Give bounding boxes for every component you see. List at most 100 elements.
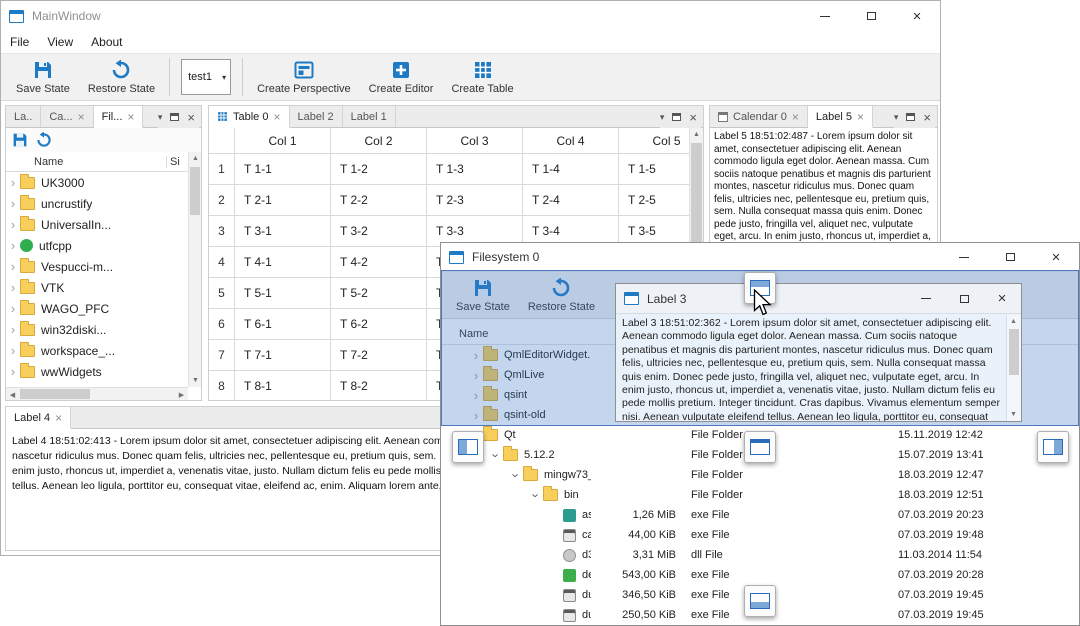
expander-icon[interactable]: ›: [6, 281, 20, 294]
table-cell[interactable]: T 5-2: [331, 278, 427, 309]
save-state-button[interactable]: Save State: [7, 55, 79, 99]
expander-icon[interactable]: ›: [6, 365, 20, 378]
row-header[interactable]: 6: [209, 309, 235, 340]
expander-icon[interactable]: ›: [6, 218, 20, 231]
table-cell[interactable]: T 2-3: [427, 185, 523, 216]
combobox-arrow-icon[interactable]: ▾: [222, 73, 226, 82]
menu-view[interactable]: View: [38, 35, 82, 49]
filesystem-row[interactable]: › mingw73_32 File Folder 18.03.2019 12:47: [441, 465, 1079, 485]
expander-icon[interactable]: ›: [529, 488, 544, 502]
menu-about[interactable]: About: [82, 35, 131, 49]
create-table-button[interactable]: Create Table: [442, 55, 522, 99]
tab-calendar0[interactable]: Calendar 0 ×: [710, 106, 808, 127]
table-column-header[interactable]: Col 3: [427, 128, 523, 154]
tab-label5[interactable]: Label 5 ×: [807, 106, 873, 128]
expander-icon[interactable]: ›: [6, 197, 20, 210]
table-column-header[interactable]: Col 2: [331, 128, 427, 154]
expander-icon[interactable]: ›: [509, 468, 524, 482]
size-column-header[interactable]: Si: [166, 155, 188, 168]
vertical-scrollbar[interactable]: ▲ ▼: [188, 152, 201, 387]
menu-file[interactable]: File: [1, 35, 38, 49]
scroll-up-icon[interactable]: ▲: [1007, 315, 1020, 328]
tree-item[interactable]: › Vespucci-m...: [6, 256, 188, 277]
close-button[interactable]: ×: [1033, 243, 1079, 271]
tree-header[interactable]: Name Si: [6, 152, 188, 172]
drop-indicator-center[interactable]: [744, 431, 776, 463]
close-dock-icon[interactable]: ×: [689, 111, 697, 124]
tree-item[interactable]: › uncrustify: [6, 193, 188, 214]
restore-icon[interactable]: [36, 132, 52, 148]
tabs-menu-icon[interactable]: ▾: [158, 112, 163, 123]
close-button[interactable]: ×: [894, 1, 940, 31]
maximize-button[interactable]: [848, 1, 894, 31]
expander-icon[interactable]: ›: [489, 448, 504, 462]
table-cell[interactable]: T 1-4: [523, 154, 619, 185]
scroll-thumb[interactable]: [20, 389, 90, 399]
close-tab-icon[interactable]: ×: [273, 111, 280, 123]
tabs-menu-icon[interactable]: ▾: [660, 112, 665, 123]
scroll-thumb[interactable]: [1009, 329, 1019, 375]
maximize-button[interactable]: [987, 243, 1033, 271]
expander-icon[interactable]: ›: [6, 260, 20, 273]
drop-indicator-bottom[interactable]: [744, 585, 776, 617]
table-cell[interactable]: T 1-2: [331, 154, 427, 185]
table-cell[interactable]: T 1-5: [619, 154, 689, 185]
table-cell[interactable]: T 2-1: [235, 185, 331, 216]
close-tab-icon[interactable]: ×: [857, 111, 864, 123]
table-cell[interactable]: T 8-2: [331, 371, 427, 400]
tree-item[interactable]: › win32diski...: [6, 319, 188, 340]
filesystem-row[interactable]: assistant.exe 1,26 MiB exe File 07.03.2019 …: [441, 505, 1079, 525]
tab-label4[interactable]: Label 4 ×: [6, 407, 72, 429]
table-column-header[interactable]: Col 1: [235, 128, 331, 154]
close-tab-icon[interactable]: ×: [127, 111, 134, 123]
table-cell[interactable]: T 3-1: [235, 216, 331, 247]
tab-label1[interactable]: Label 1: [342, 106, 396, 127]
tab-table0[interactable]: Table 0 ×: [209, 106, 290, 128]
table-cell[interactable]: T 1-1: [235, 154, 331, 185]
label3-floating-window[interactable]: Label 3 × Label 3 18:51:02:362 - Lorem i…: [615, 283, 1022, 422]
table-cell[interactable]: T 4-2: [331, 247, 427, 278]
close-button[interactable]: ×: [983, 284, 1021, 313]
table-cell[interactable]: T 6-1: [235, 309, 331, 340]
label3-titlebar[interactable]: Label 3 ×: [616, 284, 1021, 314]
row-header[interactable]: 7: [209, 340, 235, 371]
filesystem-row[interactable]: designer.exe 543,00 KiB exe File 07.03.2019…: [441, 565, 1079, 585]
drop-indicator-right[interactable]: [1037, 431, 1069, 463]
scroll-left-icon[interactable]: ◀: [6, 388, 19, 401]
maximize-button[interactable]: [945, 284, 983, 313]
tree-item[interactable]: › VTK: [6, 277, 188, 298]
close-tab-icon[interactable]: ×: [55, 412, 62, 424]
table-cell[interactable]: T 7-2: [331, 340, 427, 371]
expander-icon[interactable]: ›: [6, 302, 20, 315]
tree-item[interactable]: › utfcpp: [6, 235, 188, 256]
tabs-menu-icon[interactable]: ▾: [894, 112, 899, 123]
expander-icon[interactable]: ›: [6, 239, 20, 252]
table-cell[interactable]: T 2-2: [331, 185, 427, 216]
detach-icon[interactable]: [672, 113, 682, 121]
table-cell[interactable]: T 2-5: [619, 185, 689, 216]
filesystem-row[interactable]: d3dcompil... 3,31 MiB dll File 11.03.2014 1…: [441, 545, 1079, 565]
perspective-combobox[interactable]: test1 ▾: [181, 59, 232, 95]
detach-icon[interactable]: [906, 113, 916, 121]
table-cell[interactable]: T 1-3: [427, 154, 523, 185]
drop-indicator-left[interactable]: [452, 431, 484, 463]
row-header[interactable]: 8: [209, 371, 235, 400]
tree-item[interactable]: › workspace_...: [6, 340, 188, 361]
filesystem-row[interactable]: › bin File Folder 18.03.2019 12:51: [441, 485, 1079, 505]
tree-item[interactable]: › UniversalIn...: [6, 214, 188, 235]
row-header[interactable]: 4: [209, 247, 235, 278]
main-titlebar[interactable]: MainWindow ×: [1, 1, 940, 31]
save-icon[interactable]: [12, 132, 28, 148]
create-editor-button[interactable]: Create Editor: [360, 55, 443, 99]
row-header[interactable]: 1: [209, 154, 235, 185]
minimize-button[interactable]: [941, 243, 987, 271]
vertical-scrollbar[interactable]: ▲ ▼: [1006, 315, 1021, 421]
expander-icon[interactable]: ›: [6, 344, 20, 357]
tab-label0[interactable]: La..: [6, 106, 42, 127]
name-column-header[interactable]: Name: [34, 156, 166, 168]
table-cell[interactable]: T 4-1: [235, 247, 331, 278]
minimize-button[interactable]: [802, 1, 848, 31]
table-cell[interactable]: T 2-4: [523, 185, 619, 216]
filesystem-row[interactable]: canbusutil... 44,00 KiB exe File 07.03.2019…: [441, 525, 1079, 545]
scroll-up-icon[interactable]: ▲: [189, 152, 202, 165]
